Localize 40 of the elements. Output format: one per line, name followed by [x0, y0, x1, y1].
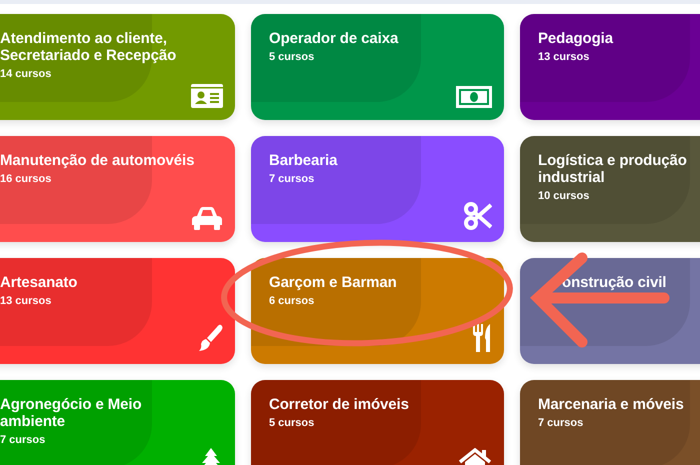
category-title: Barbearia: [269, 152, 338, 169]
course-count: 6 cursos: [269, 294, 316, 309]
banknote-icon: [456, 86, 492, 108]
course-count: 7 cursos: [269, 172, 316, 187]
course-count: 14 cursos: [0, 67, 52, 82]
course-count: 7 cursos: [0, 433, 46, 448]
category-title: Manutenção de automovéis: [0, 152, 196, 169]
category-card[interactable]: Marcenaria e móveis 7 cursos: [520, 380, 700, 465]
category-card[interactable]: Pedagogia 13 cursos: [520, 14, 700, 120]
category-card[interactable]: Garçom e Barman 6 cursos: [251, 258, 504, 364]
category-title: Garçom e Barman: [269, 274, 398, 291]
category-card[interactable]: Manutenção de automovéis 16 cursos: [0, 136, 235, 242]
category-card[interactable]: Agronegócio e Meio ambiente 7 cursos: [0, 380, 235, 465]
category-card[interactable]: Artesanato 13 cursos: [0, 258, 235, 364]
category-title: onstrução civil: [561, 274, 668, 291]
car-icon: [191, 206, 223, 230]
paintbrush-icon: [197, 324, 223, 352]
course-count: 5 cursos: [269, 50, 316, 65]
category-title: Atendimento ao cliente, Secretariado e Recepção: [0, 30, 178, 64]
course-count: 7 cursos: [538, 416, 584, 431]
course-count: 10 cursos: [538, 189, 590, 204]
scissors-icon: [464, 202, 492, 230]
category-card[interactable]: Corretor de imóveis 5 cursos: [251, 380, 504, 465]
category-title: Corretor de imóveis: [269, 396, 410, 413]
category-card[interactable]: Logística e produção industrial 10 cursos: [520, 136, 700, 242]
category-card[interactable]: Operador de caixa 5 cursos: [251, 14, 504, 120]
course-count: 13 cursos: [538, 50, 590, 65]
category-title: Operador de caixa: [269, 30, 400, 47]
course-count: 13 cursos: [0, 294, 52, 309]
category-title: Artesanato: [0, 274, 78, 291]
course-count: 16 cursos: [0, 172, 52, 187]
cutlery-icon: [472, 324, 492, 352]
category-title: Pedagogia: [538, 30, 614, 47]
category-title: Agronegócio e Meio ambiente: [0, 396, 143, 430]
category-card[interactable]: Atendimento ao cliente, Secretariado e Recepção 14 cursos: [0, 14, 235, 120]
category-title: Logística e produção industrial: [538, 152, 688, 186]
category-card[interactable]: Barbearia 7 cursos: [251, 136, 504, 242]
course-count: 5 cursos: [269, 416, 316, 431]
category-title: Marcenaria e móveis: [538, 396, 685, 413]
id-card-icon: [191, 84, 223, 108]
